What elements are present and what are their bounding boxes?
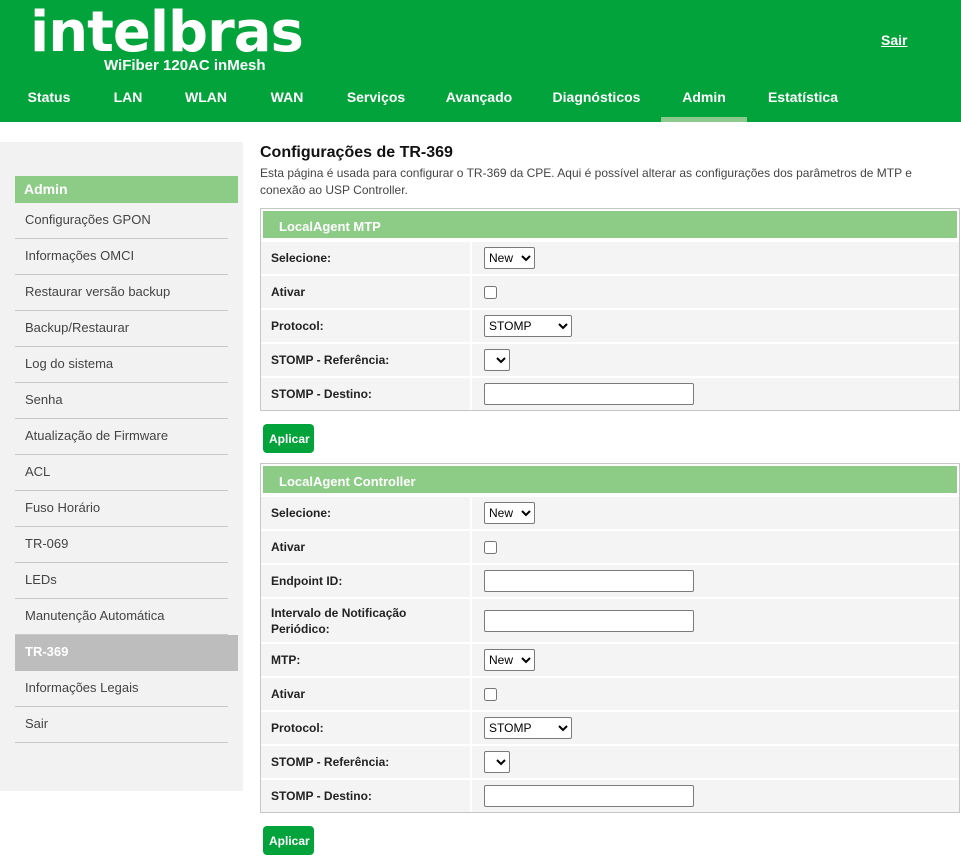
mtp-select-label: Selecione: xyxy=(261,242,472,274)
mtp-enable-row: Ativar xyxy=(261,274,959,308)
nav-avancado[interactable]: Avançado xyxy=(436,80,522,122)
mtp-stomp-ref-label: STOMP - Referência: xyxy=(261,344,472,376)
sidebar-item-tr369[interactable]: TR-369 xyxy=(15,635,238,671)
controller-endpoint-label: Endpoint ID: xyxy=(261,565,472,597)
logout-link[interactable]: Sair xyxy=(881,32,907,48)
main-content: Configurações de TR-369 Esta página é us… xyxy=(260,142,960,855)
controller-enable-label: Ativar xyxy=(261,531,472,563)
mtp-select-row: Selecione: New xyxy=(261,240,959,274)
sidebar-menu: Configurações GPON Informações OMCI Rest… xyxy=(15,203,238,743)
main-nav: Status LAN WLAN WAN Serviços Avançado Di… xyxy=(0,80,961,122)
controller-endpoint-input[interactable] xyxy=(484,570,694,592)
sidebar-item-informacoes-legais[interactable]: Informações Legais xyxy=(15,671,228,707)
controller-enable-checkbox[interactable] xyxy=(484,540,497,554)
controller-mtp-row: MTP: New xyxy=(261,642,959,676)
controller-protocol-label: Protocol: xyxy=(261,712,472,744)
controller-interval-label: Intervalo de Notificação Periódico: xyxy=(261,599,472,642)
mtp-protocol-dropdown[interactable]: STOMP xyxy=(484,315,572,337)
controller-protocol-dropdown[interactable]: STOMP xyxy=(484,717,572,739)
sidebar: Admin Configurações GPON Informações OMC… xyxy=(0,142,243,791)
mtp-stomp-dest-label: STOMP - Destino: xyxy=(261,378,472,410)
nav-lan[interactable]: LAN xyxy=(98,80,158,122)
sidebar-item-leds[interactable]: LEDs xyxy=(15,563,228,599)
controller-interval-input[interactable] xyxy=(484,609,694,632)
sidebar-item-manutencao-automatica[interactable]: Manutenção Automática xyxy=(15,599,228,635)
controller-stomp-dest-input[interactable] xyxy=(484,785,694,807)
sidebar-title: Admin xyxy=(15,176,238,203)
sidebar-item-sair[interactable]: Sair xyxy=(15,707,228,743)
controller-stomp-ref-label: STOMP - Referência: xyxy=(261,746,472,778)
sidebar-item-tr069[interactable]: TR-069 xyxy=(15,527,228,563)
mtp-stomp-ref-row: STOMP - Referência: xyxy=(261,342,959,376)
mtp-select-dropdown[interactable]: New xyxy=(484,247,535,269)
controller-apply-button[interactable]: Aplicar xyxy=(263,826,314,855)
mtp-stomp-ref-dropdown[interactable] xyxy=(484,349,510,371)
mtp-stomp-dest-input[interactable] xyxy=(484,383,694,405)
mtp-stomp-dest-row: STOMP - Destino: xyxy=(261,376,959,410)
nav-wlan[interactable]: WLAN xyxy=(174,80,238,122)
controller-select-label: Selecione: xyxy=(261,497,472,529)
controller-stomp-dest-label: STOMP - Destino: xyxy=(261,780,472,812)
controller-protocol-row: Protocol: STOMP xyxy=(261,710,959,744)
device-model: WiFiber 120AC inMesh xyxy=(104,57,266,74)
nav-estatistica[interactable]: Estatística xyxy=(760,80,846,122)
mtp-apply-button[interactable]: Aplicar xyxy=(263,424,314,453)
controller-enable2-label: Ativar xyxy=(261,678,472,710)
controller-endpoint-row: Endpoint ID: xyxy=(261,563,959,597)
controller-mtp-dropdown[interactable]: New xyxy=(484,649,535,671)
sidebar-item-fuso-horario[interactable]: Fuso Horário xyxy=(15,491,228,527)
top-header: intelbras WiFiber 120AC inMesh Sair Stat… xyxy=(0,0,961,122)
controller-stomp-ref-row: STOMP - Referência: xyxy=(261,744,959,778)
sidebar-item-log-sistema[interactable]: Log do sistema xyxy=(15,347,228,383)
sidebar-item-backup-restaurar[interactable]: Backup/Restaurar xyxy=(15,311,228,347)
mtp-section: LocalAgent MTP Selecione: New Ativar Pro… xyxy=(260,208,960,411)
controller-section-title: LocalAgent Controller xyxy=(261,464,959,495)
mtp-protocol-label: Protocol: xyxy=(261,310,472,342)
sidebar-item-senha[interactable]: Senha xyxy=(15,383,228,419)
nav-servicos[interactable]: Serviços xyxy=(336,80,416,122)
controller-select-row: Selecione: New xyxy=(261,495,959,529)
sidebar-item-informacoes-omci[interactable]: Informações OMCI xyxy=(15,239,228,275)
controller-enable2-checkbox[interactable] xyxy=(484,687,497,701)
sidebar-item-configuracoes-gpon[interactable]: Configurações GPON xyxy=(15,203,228,239)
controller-stomp-ref-dropdown[interactable] xyxy=(484,751,510,773)
mtp-protocol-row: Protocol: STOMP xyxy=(261,308,959,342)
nav-admin[interactable]: Admin xyxy=(661,80,747,122)
mtp-enable-checkbox[interactable] xyxy=(484,285,497,299)
controller-mtp-label: MTP: xyxy=(261,644,472,676)
controller-enable2-row: Ativar xyxy=(261,676,959,710)
nav-diagnosticos[interactable]: Diagnósticos xyxy=(544,80,649,122)
page-description: Esta página é usada para configurar o TR… xyxy=(260,166,912,197)
nav-wan[interactable]: WAN xyxy=(257,80,317,122)
controller-enable-row: Ativar xyxy=(261,529,959,563)
page-title: Configurações de TR-369 xyxy=(260,144,453,161)
controller-section: LocalAgent Controller Selecione: New Ati… xyxy=(260,463,960,813)
controller-interval-row: Intervalo de Notificação Periódico: xyxy=(261,597,959,642)
sidebar-item-atualizacao-firmware[interactable]: Atualização de Firmware xyxy=(15,419,228,455)
mtp-section-title: LocalAgent MTP xyxy=(261,209,959,240)
controller-select-dropdown[interactable]: New xyxy=(484,502,535,524)
nav-status[interactable]: Status xyxy=(17,80,81,122)
sidebar-item-acl[interactable]: ACL xyxy=(15,455,228,491)
sidebar-item-restaurar-backup[interactable]: Restaurar versão backup xyxy=(15,275,228,311)
controller-stomp-dest-row: STOMP - Destino: xyxy=(261,778,959,812)
mtp-enable-label: Ativar xyxy=(261,276,472,308)
